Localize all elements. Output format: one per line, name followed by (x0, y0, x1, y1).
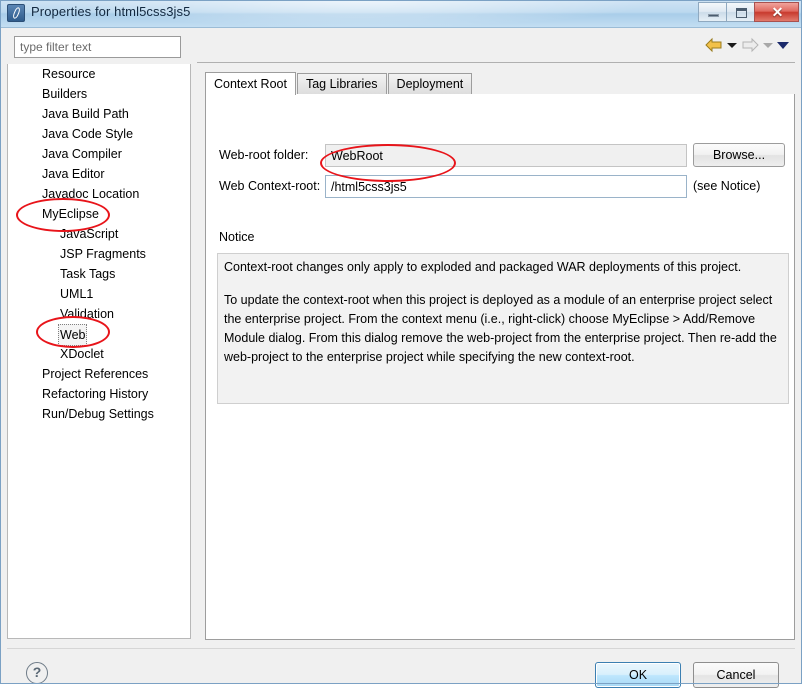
filter-input[interactable] (14, 36, 181, 58)
tree-item-label: Java Code Style (42, 127, 134, 141)
close-icon: ✕ (771, 4, 784, 20)
restore-button[interactable] (726, 2, 755, 22)
tree-item-label: JSP Fragments (60, 247, 146, 261)
web-context-root-label: Web Context-root: (219, 179, 321, 193)
view-menu-chevron-down-icon[interactable] (777, 41, 789, 49)
tree-item-label: MyEclipse (42, 207, 99, 221)
tree-item-resource[interactable]: Resource (8, 64, 190, 84)
tab-deployment[interactable]: Deployment (387, 73, 473, 95)
minimize-button[interactable] (698, 2, 727, 22)
tree-item-builders[interactable]: Builders (8, 84, 190, 104)
webroot-folder-label: Web-root folder: (219, 148, 309, 162)
eclipse-properties-icon (7, 4, 25, 22)
tree-item-refactoring-history[interactable]: Refactoring History (8, 384, 190, 404)
footer-separator (7, 648, 795, 649)
properties-dialog: Properties for html5css3js5 ✕ Resource Bu… (0, 0, 802, 688)
tree-item-label: UML1 (60, 287, 94, 301)
title-bar: Properties for html5css3js5 ✕ (0, 0, 802, 28)
tab-tag-libraries[interactable]: Tag Libraries (296, 73, 387, 95)
tree-item-java-code-style[interactable]: Java Code Style (8, 124, 190, 144)
notice-group-title: Notice (219, 230, 260, 244)
notice-paragraph: To update the context-root when this pro… (224, 293, 777, 364)
forward-arrow-icon (742, 37, 759, 53)
tab-strip: Context Root Tag Libraries Deployment (205, 72, 795, 95)
tree-item-xdoclet[interactable]: XDoclet (8, 344, 190, 364)
tree-item-label: Web (58, 324, 88, 346)
window-title: Properties for html5css3js5 (31, 4, 191, 19)
settings-tree[interactable]: Resource Builders Java Build Path Java Code… (7, 64, 191, 639)
tree-item-uml1[interactable]: UML1 (8, 284, 190, 304)
notice-group-box: Context-root changes only apply to explo… (217, 253, 789, 404)
minimize-icon (708, 14, 719, 17)
tree-item-label: Java Build Path (42, 107, 129, 121)
tree-item-label: Java Compiler (42, 147, 122, 161)
see-notice-label: (see Notice) (693, 179, 761, 193)
nav-button-group (705, 37, 789, 53)
notice-paragraph: Context-root changes only apply to explo… (224, 260, 742, 274)
tab-context-root[interactable]: Context Root (205, 72, 296, 95)
browse-button-label: Browse... (712, 148, 766, 162)
tree-item-java-build-path[interactable]: Java Build Path (8, 104, 190, 124)
back-arrow-icon[interactable] (705, 37, 723, 53)
browse-button[interactable]: Browse... (693, 143, 785, 167)
tree-item-jsp-fragments[interactable]: JSP Fragments (8, 244, 190, 264)
restore-icon (736, 8, 747, 18)
tree-item-label: JavaScript (60, 227, 119, 241)
tree-item-validation[interactable]: Validation (8, 304, 190, 324)
forward-history-chevron-down-icon (763, 42, 773, 48)
tree-item-label: Project References (42, 367, 149, 381)
webroot-folder-field[interactable] (325, 144, 687, 167)
tree-item-label: Builders (42, 87, 88, 101)
active-tab-cover (402, 98, 491, 99)
tree-item-java-editor[interactable]: Java Editor (8, 164, 190, 184)
cancel-button[interactable]: Cancel (693, 662, 779, 688)
nav-separator (197, 62, 795, 63)
tree-item-label: Javadoc Location (42, 187, 140, 201)
tree-item-run-debug-settings[interactable]: Run/Debug Settings (8, 404, 190, 424)
help-icon[interactable]: ? (26, 662, 48, 684)
nav-bar (197, 32, 795, 62)
tree-item-web[interactable]: Web (8, 324, 190, 346)
tree-item-javadoc-location[interactable]: Javadoc Location (8, 184, 190, 204)
tree-item-label: Run/Debug Settings (42, 407, 154, 421)
close-button[interactable]: ✕ (754, 2, 799, 22)
web-context-root-field[interactable] (325, 175, 687, 198)
tree-item-label: Refactoring History (42, 387, 149, 401)
tree-item-label: Validation (60, 307, 114, 321)
back-history-chevron-down-icon[interactable] (727, 42, 737, 48)
tree-item-label: Task Tags (60, 267, 116, 281)
tree-item-label: Java Editor (42, 167, 105, 181)
ok-button[interactable]: OK (595, 662, 681, 688)
tree-item-label: Resource (42, 67, 96, 81)
dialog-body: Resource Builders Java Build Path Java Code… (1, 28, 801, 688)
tree-item-myeclipse[interactable]: MyEclipse (8, 204, 190, 224)
tree-item-java-compiler[interactable]: Java Compiler (8, 144, 190, 164)
notice-text: Context-root changes only apply to explo… (224, 258, 782, 367)
tree-item-label: XDoclet (60, 347, 104, 361)
tree-item-javascript[interactable]: JavaScript (8, 224, 190, 244)
tree-item-task-tags[interactable]: Task Tags (8, 264, 190, 284)
window-controls: ✕ (698, 2, 799, 22)
tree-item-project-references[interactable]: Project References (8, 364, 190, 384)
